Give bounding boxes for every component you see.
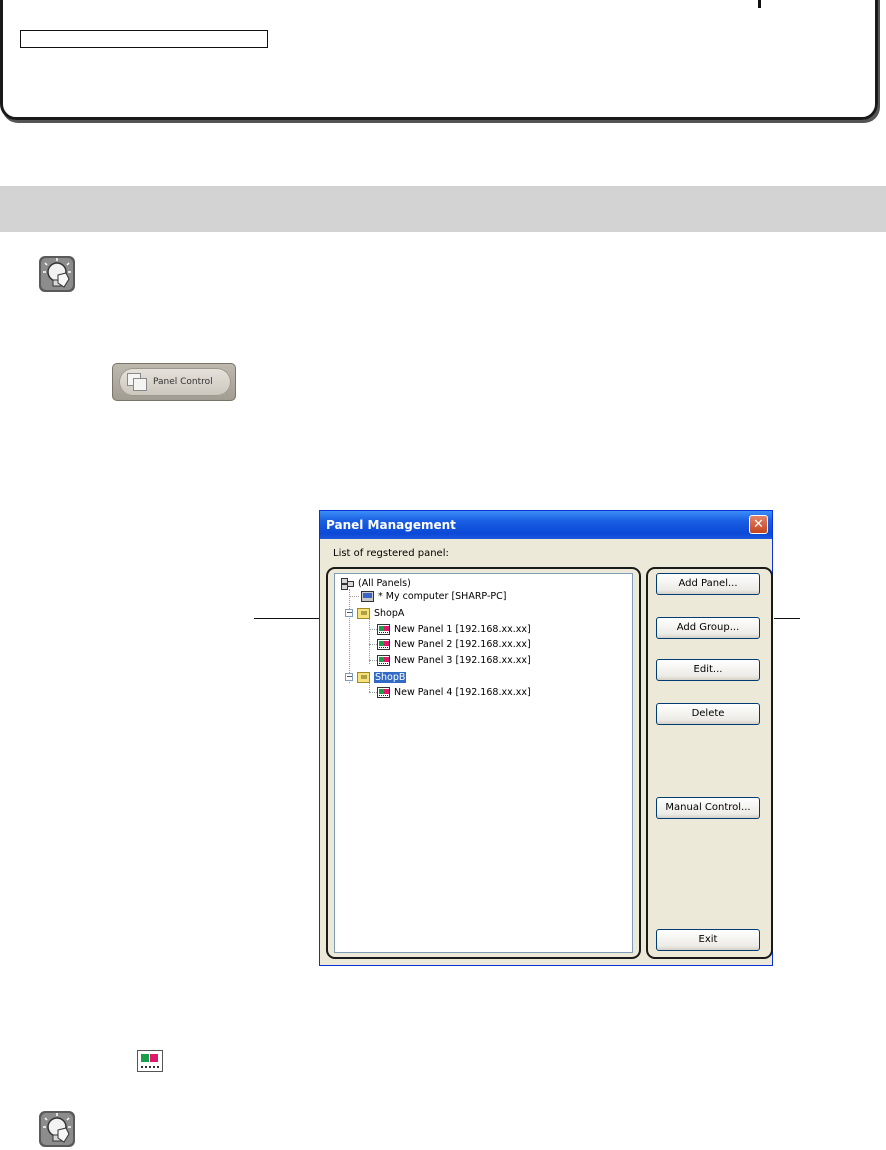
callout-line-left: [254, 618, 326, 619]
panel-tree[interactable]: − − (All Panels) * My computer [SHARP-PC…: [334, 573, 633, 953]
tree-item-label-selected: ShopB: [374, 671, 407, 683]
tree-item-label: (All Panels): [358, 577, 411, 589]
edit-button[interactable]: Edit...: [656, 659, 760, 681]
panel-icon: [377, 686, 390, 698]
computer-icon: [361, 590, 374, 602]
panel-icon: [137, 1050, 163, 1072]
collapse-toggle-shopa[interactable]: −: [345, 609, 353, 617]
tree-item-label: New Panel 2 [192.168.xx.xx]: [394, 638, 531, 650]
panel-control-button-face: Panel Control: [119, 368, 231, 396]
tree-line: [369, 618, 370, 664]
tree-line: [349, 589, 350, 683]
panel-icon: [377, 654, 390, 666]
tree-item-label: New Panel 4 [192.168.xx.xx]: [394, 686, 531, 698]
list-label: List of regstered panel:: [333, 548, 449, 559]
tree-item-label: New Panel 3 [192.168.xx.xx]: [394, 654, 531, 666]
tree-item-label: ShopA: [374, 607, 405, 619]
top-text-field: [20, 30, 268, 48]
vertical-rule: [758, 0, 761, 8]
top-frame-box: [0, 0, 878, 120]
tree-item-label: * My computer [SHARP-PC]: [378, 590, 507, 602]
collapse-toggle-shopb[interactable]: −: [345, 673, 353, 681]
tree-item-my-computer[interactable]: * My computer [SHARP-PC]: [361, 589, 506, 603]
panel-icon: [377, 638, 390, 650]
tree-line: [369, 644, 377, 645]
tree-line: [369, 629, 377, 630]
tree-item-shopb[interactable]: ShopB: [357, 670, 407, 684]
folder-icon: [357, 671, 370, 683]
hint-lightbulb-icon: [39, 256, 75, 292]
tree-item-label: New Panel 1 [192.168.xx.xx]: [394, 623, 531, 635]
tree-item-new-panel-3[interactable]: New Panel 3 [192.168.xx.xx]: [377, 653, 531, 667]
tree-item-shopa[interactable]: ShopA: [357, 606, 404, 620]
tree-item-new-panel-2[interactable]: New Panel 2 [192.168.xx.xx]: [377, 637, 531, 651]
panel-control-label: Panel Control: [153, 377, 213, 387]
add-group-button[interactable]: Add Group...: [656, 617, 760, 639]
dialog-titlebar[interactable]: Panel Management: [320, 511, 772, 539]
add-panel-button[interactable]: Add Panel...: [656, 573, 760, 595]
tree-line: [369, 660, 377, 661]
tree-item-all-panels[interactable]: (All Panels): [341, 576, 411, 590]
tree-item-new-panel-1[interactable]: New Panel 1 [192.168.xx.xx]: [377, 622, 531, 636]
callout-line-right: [774, 618, 800, 619]
tree-item-new-panel-4[interactable]: New Panel 4 [192.168.xx.xx]: [377, 685, 531, 699]
hint-lightbulb-icon: [39, 1111, 75, 1147]
manual-control-button[interactable]: Manual Control...: [656, 797, 760, 819]
tree-line: [349, 596, 359, 597]
panel-control-button[interactable]: Panel Control: [112, 363, 236, 401]
section-heading-band: [0, 186, 886, 232]
dialog-title: Panel Management: [326, 518, 456, 532]
tree-callout-frame: − − (All Panels) * My computer [SHARP-PC…: [326, 567, 641, 959]
panel-icon: [377, 623, 390, 635]
delete-button[interactable]: Delete: [656, 703, 760, 725]
windows-icon: [127, 373, 149, 391]
all-panels-icon: [341, 577, 354, 590]
buttons-callout-frame: Add Panel... Add Group... Edit... Delete…: [646, 567, 773, 959]
close-icon[interactable]: ✕: [749, 515, 768, 534]
tree-line: [369, 692, 377, 693]
panel-management-dialog: Panel Management ✕ List of regstered pan…: [319, 510, 773, 966]
exit-button[interactable]: Exit: [656, 929, 760, 951]
folder-icon: [357, 607, 370, 619]
